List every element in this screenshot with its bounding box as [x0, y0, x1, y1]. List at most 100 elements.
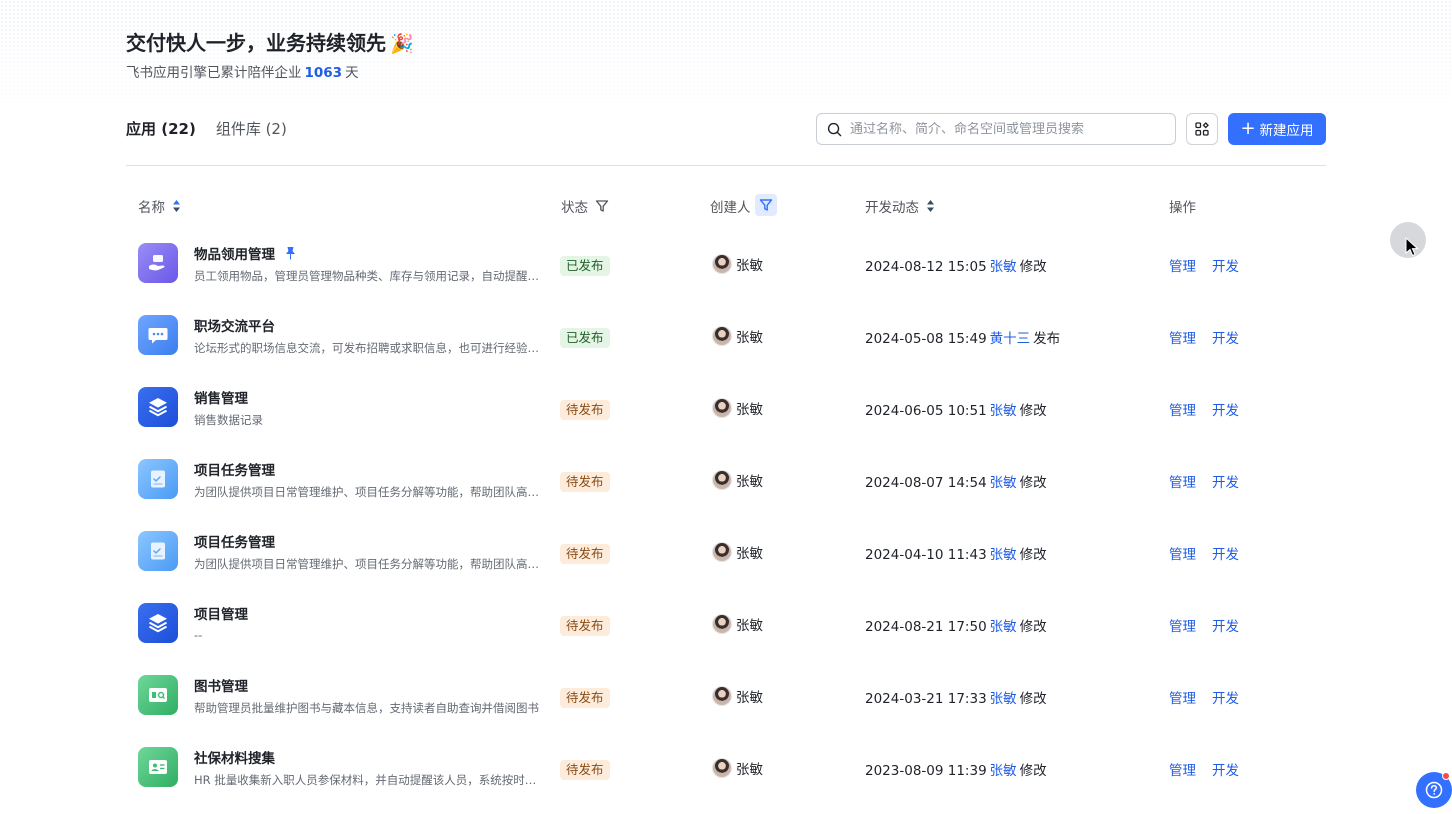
pin-icon[interactable]	[284, 246, 297, 260]
activity-action: 修改	[1019, 547, 1047, 563]
manage-link[interactable]: 管理	[1169, 543, 1196, 563]
activity-user-link[interactable]: 张敏	[990, 475, 1017, 491]
activity-user-link[interactable]: 张敏	[990, 763, 1017, 779]
search-box[interactable]	[816, 113, 1176, 145]
app-description: 销售数据记录	[194, 413, 263, 427]
table-row[interactable]: 图书管理 帮助管理员批量维护图书与藏本信息，支持读者自助查询并借阅图书 待发布 …	[126, 662, 1326, 734]
mouse-cursor-icon	[1405, 237, 1419, 257]
manage-link[interactable]: 管理	[1169, 327, 1196, 347]
develop-link[interactable]: 开发	[1212, 255, 1239, 275]
filter-active-icon[interactable]	[754, 194, 777, 216]
activity-user-link[interactable]: 张敏	[990, 619, 1017, 635]
dev-activity: 2024-08-21 17:50 张敏 修改	[865, 615, 1047, 635]
activity-time: 2024-08-12 15:05	[865, 259, 987, 275]
avatar	[712, 614, 732, 634]
develop-link[interactable]: 开发	[1212, 399, 1239, 419]
notification-dot	[1442, 772, 1450, 780]
sort-icon[interactable]	[172, 199, 181, 213]
manage-link[interactable]: 管理	[1169, 471, 1196, 491]
column-creator[interactable]: 创建人	[710, 194, 777, 216]
avatar	[712, 758, 732, 778]
app-description: 员工领用物品，管理员管理物品种类、库存与领用记录，自动提醒库存不足	[194, 269, 539, 283]
activity-time: 2024-08-21 17:50	[865, 619, 987, 635]
activity-time: 2023-08-09 11:39	[865, 763, 987, 779]
app-name[interactable]: 职场交流平台	[194, 315, 275, 335]
id-card-icon	[138, 747, 178, 787]
table-row[interactable]: 项目任务管理 为团队提供项目日常管理维护、项目任务分解等功能，帮助团队高效协作 …	[126, 446, 1326, 518]
apps-grid-icon	[1195, 122, 1209, 136]
manage-link[interactable]: 管理	[1169, 615, 1196, 635]
app-name[interactable]: 社保材料搜集	[194, 747, 275, 767]
row-actions: 管理 开发	[1169, 327, 1255, 347]
creator-name: 张敏	[736, 474, 763, 490]
tab-components[interactable]: 组件库 (2)	[216, 118, 287, 139]
new-app-button[interactable]: + 新建应用	[1228, 113, 1326, 145]
app-name[interactable]: 销售管理	[194, 387, 248, 407]
app-name[interactable]: 物品领用管理	[194, 243, 297, 263]
column-activity[interactable]: 开发动态	[865, 196, 935, 216]
app-name-text: 项目管理	[194, 607, 248, 623]
page-title: 交付快人一步，业务持续领先 🎉	[126, 27, 414, 56]
app-name-text: 社保材料搜集	[194, 751, 275, 767]
page-title-text: 交付快人一步，业务持续领先	[126, 31, 386, 55]
subtitle-suffix: 天	[345, 65, 359, 81]
creator-name: 张敏	[736, 690, 763, 706]
activity-user-link[interactable]: 黄十三	[990, 331, 1031, 347]
table-row[interactable]: 社保材料搜集 HR 批量收集新入职人员参保材料，并自动提醒该人员，系统按时汇总 …	[126, 734, 1326, 806]
activity-time: 2024-05-08 15:49	[865, 331, 987, 347]
question-icon	[1425, 781, 1443, 799]
status-badge: 待发布	[560, 616, 610, 636]
manage-link[interactable]: 管理	[1169, 399, 1196, 419]
manage-link[interactable]: 管理	[1169, 255, 1196, 275]
row-actions: 管理 开发	[1169, 543, 1255, 563]
tab-apps[interactable]: 应用 (22)	[126, 118, 196, 139]
row-actions: 管理 开发	[1169, 471, 1255, 491]
days-count: 1063	[304, 65, 343, 81]
activity-action: 发布	[1033, 331, 1061, 347]
column-name[interactable]: 名称	[138, 196, 181, 216]
table-row[interactable]: 项目管理 -- 待发布 张敏 2024-08-21 17:50 张敏 修改 管理 开…	[126, 590, 1326, 662]
manage-link[interactable]: 管理	[1169, 759, 1196, 779]
develop-link[interactable]: 开发	[1212, 327, 1239, 347]
layers-icon	[138, 387, 178, 427]
table-row[interactable]: 物品领用管理 员工领用物品，管理员管理物品种类、库存与领用记录，自动提醒库存不足…	[126, 230, 1326, 302]
creator: 张敏	[712, 254, 763, 274]
activity-user-link[interactable]: 张敏	[990, 259, 1017, 275]
table-row[interactable]: 职场交流平台 论坛形式的职场信息交流，可发布招聘或求职信息，也可进行经验分享 已…	[126, 302, 1326, 374]
sort-icon[interactable]	[926, 199, 935, 213]
develop-link[interactable]: 开发	[1212, 471, 1239, 491]
manage-link[interactable]: 管理	[1169, 687, 1196, 707]
app-name[interactable]: 项目任务管理	[194, 459, 275, 479]
creator: 张敏	[712, 686, 763, 706]
table-row[interactable]: 项目任务管理 为团队提供项目日常管理维护、项目任务分解等功能，帮助团队高效协作 …	[126, 518, 1326, 590]
creator-name: 张敏	[736, 258, 763, 274]
activity-user-link[interactable]: 张敏	[990, 547, 1017, 563]
table-row[interactable]: 销售管理 销售数据记录 待发布 张敏 2024-06-05 10:51 张敏 修改 …	[126, 374, 1326, 446]
search-input[interactable]	[850, 121, 1150, 137]
develop-link[interactable]: 开发	[1212, 543, 1239, 563]
column-status-label: 状态	[561, 200, 588, 216]
app-name[interactable]: 图书管理	[194, 675, 248, 695]
filter-icon[interactable]	[595, 199, 609, 213]
app-name[interactable]: 项目任务管理	[194, 531, 275, 551]
app-template-button[interactable]	[1186, 113, 1218, 145]
row-actions: 管理 开发	[1169, 399, 1255, 419]
develop-link[interactable]: 开发	[1212, 759, 1239, 779]
develop-link[interactable]: 开发	[1212, 615, 1239, 635]
dev-activity: 2024-05-08 15:49 黄十三 发布	[865, 327, 1060, 347]
app-name[interactable]: 项目管理	[194, 603, 248, 623]
activity-user-link[interactable]: 张敏	[990, 691, 1017, 707]
hand-box-icon	[138, 243, 178, 283]
app-description: HR 批量收集新入职人员参保材料，并自动提醒该人员，系统按时汇总	[194, 773, 539, 787]
status-badge: 待发布	[560, 688, 610, 708]
creator-name: 张敏	[736, 546, 763, 562]
dev-activity: 2024-06-05 10:51 张敏 修改	[865, 399, 1047, 419]
activity-user-link[interactable]: 张敏	[990, 403, 1017, 419]
develop-link[interactable]: 开发	[1212, 687, 1239, 707]
dev-activity: 2023-08-09 11:39 张敏 修改	[865, 759, 1047, 779]
status-badge: 待发布	[560, 400, 610, 420]
column-status[interactable]: 状态	[561, 196, 609, 216]
row-actions: 管理 开发	[1169, 255, 1255, 275]
creator: 张敏	[712, 614, 763, 634]
app-name-text: 销售管理	[194, 391, 248, 407]
